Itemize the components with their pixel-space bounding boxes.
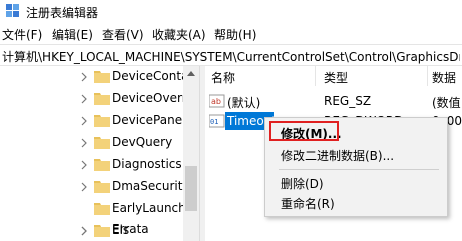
tree-item[interactable]: Diagnostics <box>80 154 198 176</box>
title-bar: 注册表编辑器 <box>0 0 462 22</box>
tree-item-label: DevQuery <box>112 135 173 149</box>
tree-item[interactable]: DmaSecurity <box>80 176 198 198</box>
tree-item-label: DmaSecurity <box>112 179 190 193</box>
menu-bar: 文件(F) 编辑(E) 查看(V) 收藏夹(A) 帮助(H) <box>0 24 462 42</box>
scroll-thumb[interactable] <box>185 166 197 211</box>
folder-icon <box>94 137 110 149</box>
tree-item-label: DevicePanels <box>112 113 192 127</box>
chevron-right-icon[interactable] <box>80 72 88 82</box>
tree-item[interactable]: DeviceOverri <box>80 88 198 110</box>
registry-editor-icon <box>6 4 19 17</box>
column-separator[interactable] <box>427 66 428 86</box>
scroll-up-arrow-icon[interactable] <box>187 70 195 76</box>
folder-icon <box>94 71 110 83</box>
tree-item[interactable]: Errata <box>80 220 180 240</box>
column-header-data[interactable]: 数据 <box>432 69 456 86</box>
menu-item-modify-binary[interactable]: 修改二进制数据(B)... <box>281 147 394 164</box>
tree-item[interactable]: DeviceContai <box>80 66 198 88</box>
folder-icon <box>94 203 110 215</box>
value-type: REG_SZ <box>324 94 372 108</box>
folder-icon <box>94 225 110 237</box>
chevron-right-icon[interactable] <box>80 138 88 148</box>
dword-value-icon: 01 <box>209 114 225 128</box>
column-separator[interactable] <box>315 66 316 86</box>
chevron-right-icon[interactable] <box>80 182 88 192</box>
menu-file[interactable]: 文件(F) <box>2 26 42 43</box>
value-name: (默认) <box>227 96 261 110</box>
string-value-icon: ab <box>209 94 225 108</box>
table-row[interactable]: ab (默认) REG_SZ (数值 <box>205 92 462 112</box>
address-path: 计算机\HKEY_LOCAL_MACHINE\SYSTEM\CurrentCon… <box>2 50 460 64</box>
svg-text:01: 01 <box>210 118 218 126</box>
folder-icon <box>94 181 110 193</box>
menu-edit[interactable]: 编辑(E) <box>52 26 93 43</box>
menu-view[interactable]: 查看(V) <box>102 26 144 43</box>
menu-separator <box>279 169 439 170</box>
tree-scrollbar[interactable] <box>183 66 199 241</box>
menu-favorites[interactable]: 收藏夹(A) <box>152 26 206 43</box>
chevron-right-icon[interactable] <box>80 160 88 170</box>
key-tree: DeviceContai DeviceOverri DevicePanels D… <box>0 66 198 241</box>
column-header-name[interactable]: 名称 <box>211 69 235 86</box>
folder-icon <box>94 159 110 171</box>
folder-icon <box>94 115 110 127</box>
annotation-highlight-box <box>269 121 339 141</box>
tree-item-label: Errata <box>112 222 149 236</box>
tree-item[interactable]: DevQuery <box>80 132 198 154</box>
tree-item[interactable]: DevicePanels <box>80 110 198 132</box>
svg-text:ab: ab <box>211 97 221 106</box>
value-data: (数值 <box>432 96 461 110</box>
tree-item-label: DeviceContai <box>112 69 192 83</box>
chevron-right-icon[interactable] <box>80 226 88 236</box>
menu-item-rename[interactable]: 重命名(R) <box>281 195 335 212</box>
tree-item-label: Diagnostics <box>112 157 182 171</box>
tree-item[interactable]: EarlyLaunch <box>80 198 198 220</box>
tree-item-label: EarlyLaunch <box>112 201 186 215</box>
address-bar[interactable]: 计算机\HKEY_LOCAL_MACHINE\SYSTEM\CurrentCon… <box>0 44 462 66</box>
menu-help[interactable]: 帮助(H) <box>214 26 256 43</box>
menu-item-delete[interactable]: 删除(D) <box>281 175 324 192</box>
column-header-type[interactable]: 类型 <box>324 69 348 86</box>
tree-item-label: DeviceOverri <box>112 91 190 105</box>
chevron-right-icon[interactable] <box>80 116 88 126</box>
chevron-right-icon[interactable] <box>80 94 88 104</box>
window-title: 注册表编辑器 <box>26 6 99 20</box>
folder-icon <box>94 93 110 105</box>
